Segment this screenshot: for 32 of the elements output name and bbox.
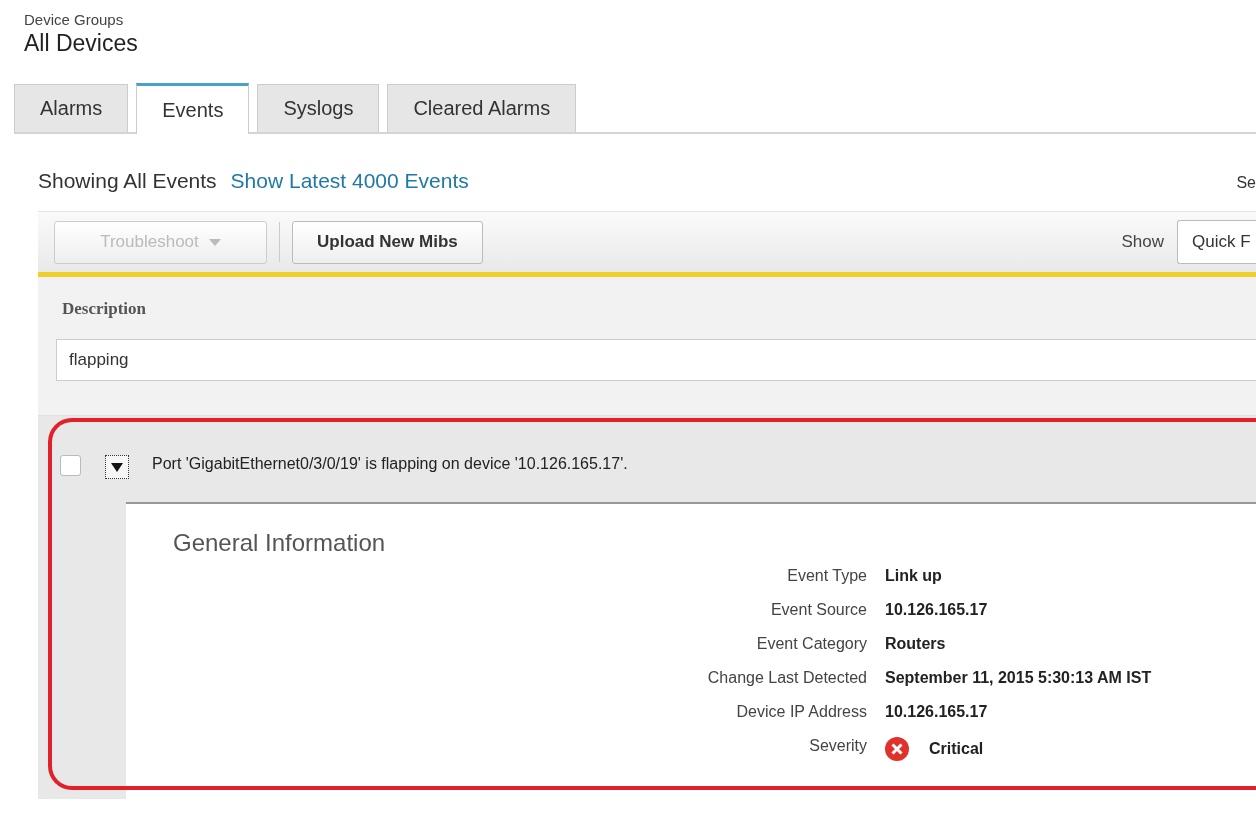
caret-icon [111, 462, 123, 472]
column-label: Description [62, 299, 147, 319]
tab[interactable]: Events [136, 83, 250, 134]
breadcrumb-link[interactable]: Device Groups [24, 11, 124, 28]
section-title: General Information [173, 529, 386, 557]
field-value: September 11, 2015 5:30:13 AM IST [885, 669, 1152, 687]
show-label: Show [1121, 232, 1164, 252]
page-title: All Devices [24, 30, 138, 57]
field-value: 10.126.165.17 [885, 601, 988, 619]
button[interactable]: Upload New Mibs [292, 220, 483, 264]
filter-field[interactable]: flapping [56, 339, 1256, 381]
field-value: Critical [929, 740, 984, 758]
error-icon [885, 737, 909, 761]
field-value: Routers [885, 635, 946, 653]
expand-button[interactable] [105, 455, 129, 479]
tab[interactable]: Syslogs [257, 84, 380, 132]
results-heading: Showing All Events [38, 169, 217, 193]
event-description: Port 'GigabitEthernet0/3/0/19' is flapping on device '10.126.165.17'. [152, 455, 628, 473]
filter-dropdown[interactable]: Quick F [1177, 220, 1256, 264]
field-value: Link up [885, 567, 942, 585]
field-label: Device IP Address [736, 703, 867, 721]
field-value: 10.126.165.17 [885, 703, 988, 721]
field-label: Event Source [770, 601, 867, 619]
field-label: Severity [809, 737, 867, 756]
field-label: Event Type [787, 567, 867, 585]
field-label: Event Category [756, 635, 867, 653]
field-label: Change Last Detected [707, 669, 867, 687]
search-label: Se [1236, 174, 1256, 192]
show-latest-link[interactable]: Show Latest 4000 Events [230, 169, 469, 193]
tab[interactable]: Cleared Alarms [387, 84, 577, 132]
checkbox[interactable] [60, 455, 81, 476]
tab[interactable]: Alarms [14, 84, 129, 132]
